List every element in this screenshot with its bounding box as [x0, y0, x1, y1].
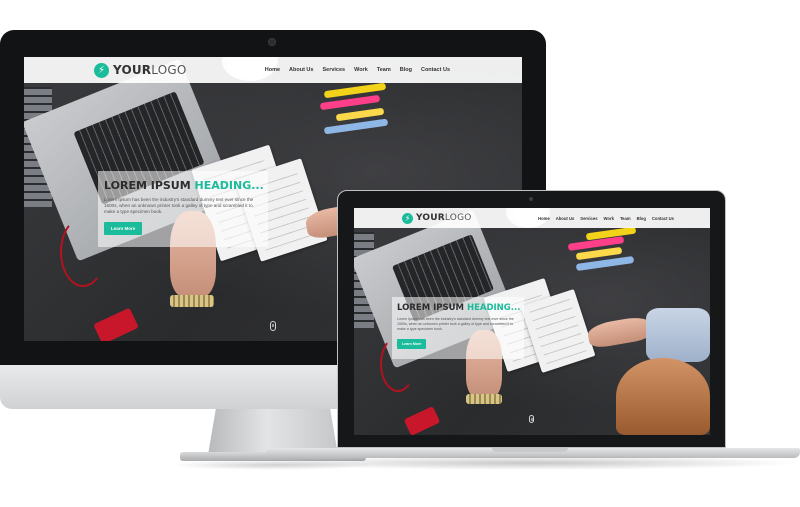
- logo-text: YOURLOGO: [416, 213, 472, 223]
- hero-heading-accent: HEADING...: [194, 179, 264, 192]
- nav-about-us[interactable]: About Us: [289, 67, 313, 73]
- laptop-shadow: [260, 456, 800, 470]
- monitor-camera-icon: [268, 38, 276, 46]
- hero-heading: LOREM IPSUM HEADING...: [104, 179, 264, 192]
- photo-hair: [616, 358, 710, 435]
- nav-menu: Home About Us Services Work Team Blog Co…: [256, 67, 450, 73]
- hero-heading-accent: HEADING...: [466, 303, 521, 313]
- lightning-bolt-icon: ⚡: [402, 212, 413, 224]
- site-logo[interactable]: ⚡ YOURLOGO: [94, 62, 187, 78]
- device-mockup-stage: ⚡ YOURLOGO Home About Us Services Work T…: [0, 0, 800, 507]
- laptop-camera-icon: [529, 197, 533, 201]
- site-logo[interactable]: ⚡ YOURLOGO: [402, 212, 472, 224]
- photo-red-phone: [403, 406, 441, 435]
- logo-text-light: LOGO: [151, 63, 187, 77]
- nav-menu: Home About Us Services Work Team Blog Co…: [532, 216, 674, 221]
- nav-work[interactable]: Work: [604, 216, 614, 221]
- learn-more-button[interactable]: Learn More: [397, 338, 427, 349]
- mouse-scroll-icon[interactable]: [270, 321, 276, 331]
- learn-more-button[interactable]: Learn More: [104, 221, 143, 235]
- laptop-base-notch: [492, 448, 568, 452]
- hero-body-text: Lorem Ipsum has been the industry's stan…: [397, 317, 514, 331]
- photo-bracelet: [170, 295, 214, 307]
- logo-text-bold: YOUR: [113, 63, 152, 77]
- logo-text: YOURLOGO: [113, 63, 187, 77]
- nav-blog[interactable]: Blog: [637, 216, 646, 221]
- photo-red-phone: [93, 307, 139, 341]
- hero-heading-main: LOREM IPSUM: [397, 303, 464, 313]
- nav-contact-us[interactable]: Contact Us: [652, 216, 674, 221]
- logo-text-bold: YOUR: [416, 213, 445, 223]
- photo-hand-right: [586, 314, 654, 350]
- photo-pen-blue: [323, 118, 389, 135]
- site-navbar: ⚡ YOURLOGO Home About Us Services Work T…: [24, 57, 522, 83]
- photo-bracelet: [466, 394, 502, 404]
- nav-home[interactable]: Home: [538, 216, 550, 221]
- nav-team[interactable]: Team: [377, 67, 391, 73]
- laptop-screen: ⚡ YOURLOGO Home About Us Services Work T…: [354, 208, 710, 435]
- mouse-scroll-icon[interactable]: [529, 415, 534, 423]
- lightning-bolt-icon: ⚡: [94, 62, 109, 78]
- site-navbar: ⚡ YOURLOGO Home About Us Services Work T…: [354, 208, 710, 228]
- photo-shirt-sleeve: [646, 308, 710, 362]
- nav-home[interactable]: Home: [265, 67, 280, 73]
- hero-card: LOREM IPSUM HEADING... Lorem Ipsum has b…: [98, 171, 268, 247]
- logo-text-light: LOGO: [444, 213, 472, 223]
- hero-heading-main: LOREM IPSUM: [104, 179, 191, 192]
- nav-about-us[interactable]: About Us: [556, 216, 575, 221]
- nav-blog[interactable]: Blog: [400, 67, 412, 73]
- nav-contact-us[interactable]: Contact Us: [421, 67, 450, 73]
- hero-body-text: Lorem Ipsum has been the industry's stan…: [104, 197, 254, 215]
- nav-services[interactable]: Services: [580, 216, 597, 221]
- hero-heading: LOREM IPSUM HEADING...: [397, 303, 521, 313]
- nav-services[interactable]: Services: [322, 67, 345, 73]
- nav-work[interactable]: Work: [354, 67, 368, 73]
- nav-team[interactable]: Team: [620, 216, 631, 221]
- hero-card: LOREM IPSUM HEADING... Lorem Ipsum has b…: [392, 297, 524, 359]
